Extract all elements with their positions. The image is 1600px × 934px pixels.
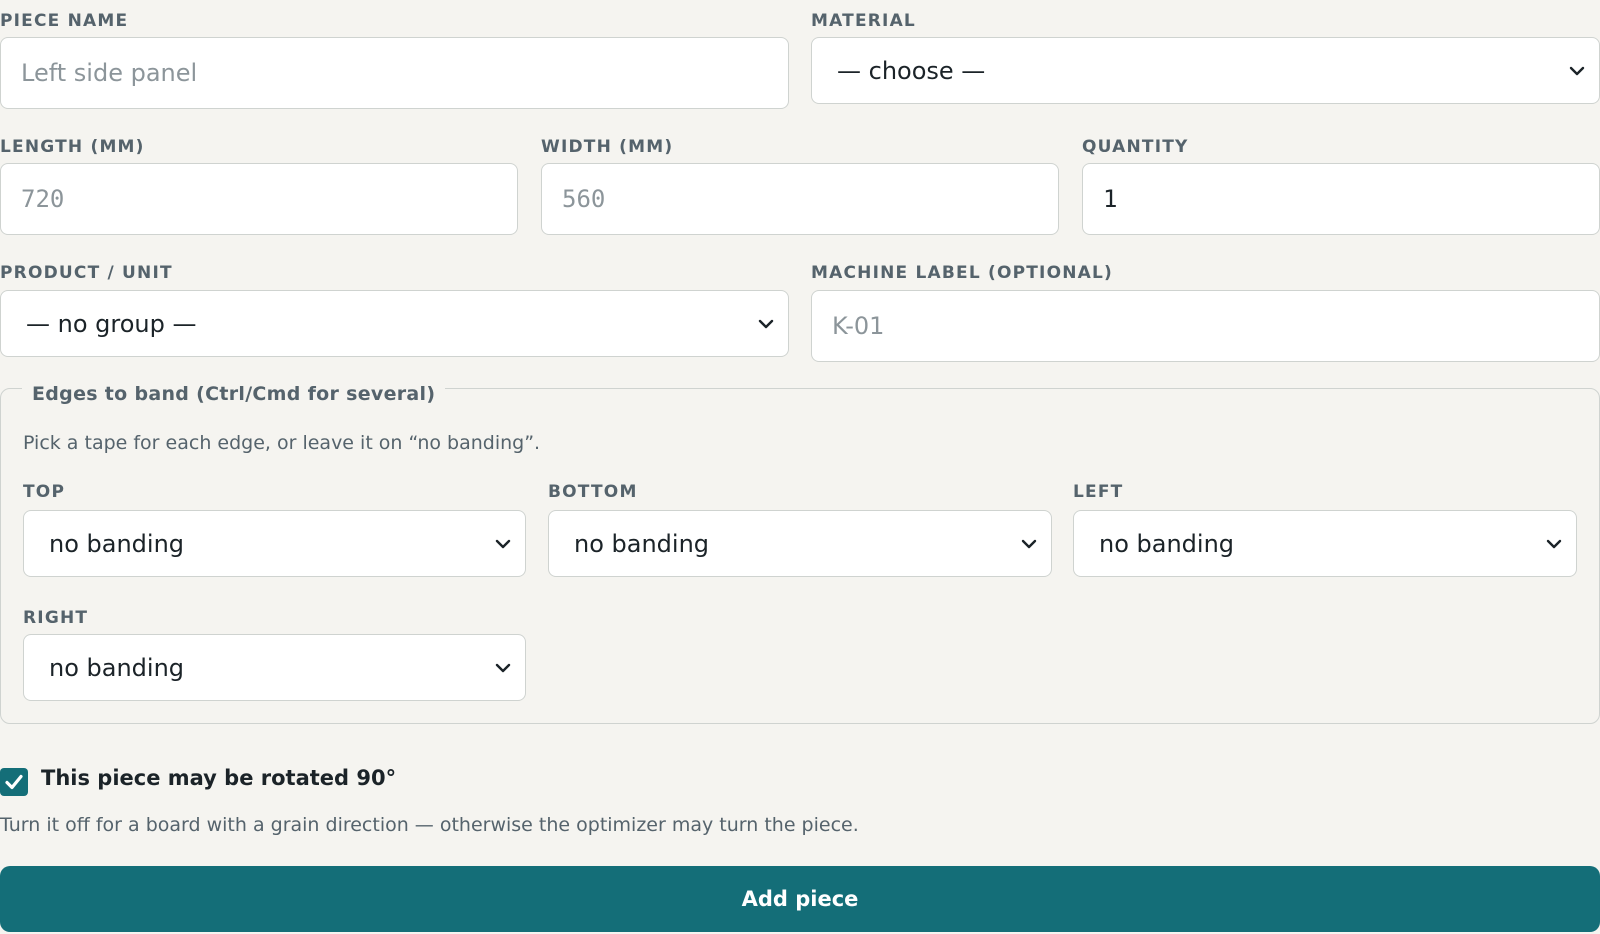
edge-right-label: RIGHT [23,608,89,628]
quantity-label: QUANTITY [1082,137,1189,157]
chevron-down-icon [1021,539,1037,548]
edge-top-label: TOP [23,482,66,502]
edge-left-label: LEFT [1073,482,1124,502]
length-placeholder: 720 [21,185,65,213]
material-selected-value: — choose — [837,56,986,85]
product-unit-selected-value: — no group — [26,309,197,338]
rotate-checkbox-label[interactable]: This piece may be rotated 90° [41,766,396,790]
rotate-checkbox[interactable] [0,768,28,796]
edge-bottom-selected-value: no banding [574,529,710,558]
chevron-down-icon [758,319,774,328]
piece-name-placeholder: Left side panel [21,59,198,87]
product-unit-select[interactable]: — no group — [0,290,789,357]
edge-left-select[interactable]: no banding [1073,510,1577,577]
machine-label-label: MACHINE LABEL (OPTIONAL) [811,263,1114,283]
width-label: WIDTH (MM) [541,137,674,157]
edge-right-select[interactable]: no banding [23,634,526,701]
material-select[interactable]: — choose — [811,37,1600,104]
edge-top-select[interactable]: no banding [23,510,526,577]
material-label: MATERIAL [811,11,916,31]
edge-bottom-label: BOTTOM [548,482,638,502]
edge-bottom-select[interactable]: no banding [548,510,1052,577]
width-placeholder: 560 [562,185,606,213]
machine-label-input[interactable]: K-01 [811,290,1600,362]
quantity-input[interactable]: 1 [1082,163,1600,235]
edge-banding-hint: Pick a tape for each edge, or leave it o… [23,432,541,454]
piece-name-label: PIECE NAME [0,11,129,31]
length-label: LENGTH (MM) [0,137,145,157]
length-input[interactable]: 720 [0,163,518,235]
add-piece-button[interactable]: Add piece [0,866,1600,932]
rotate-hint: Turn it off for a board with a grain dir… [0,814,859,836]
chevron-down-icon [1546,539,1562,548]
chevron-down-icon [495,539,511,548]
width-input[interactable]: 560 [541,163,1059,235]
chevron-down-icon [1569,66,1585,75]
edge-top-selected-value: no banding [49,529,185,558]
piece-name-input[interactable]: Left side panel [0,37,789,109]
edge-right-selected-value: no banding [49,653,185,682]
checkmark-icon [5,774,23,790]
product-unit-label: PRODUCT / UNIT [0,263,173,283]
machine-label-placeholder: K-01 [832,312,885,340]
quantity-value: 1 [1103,185,1118,213]
edge-left-selected-value: no banding [1099,529,1235,558]
chevron-down-icon [495,663,511,672]
edge-banding-legend: Edges to band (Ctrl/Cmd for several) [22,383,446,405]
